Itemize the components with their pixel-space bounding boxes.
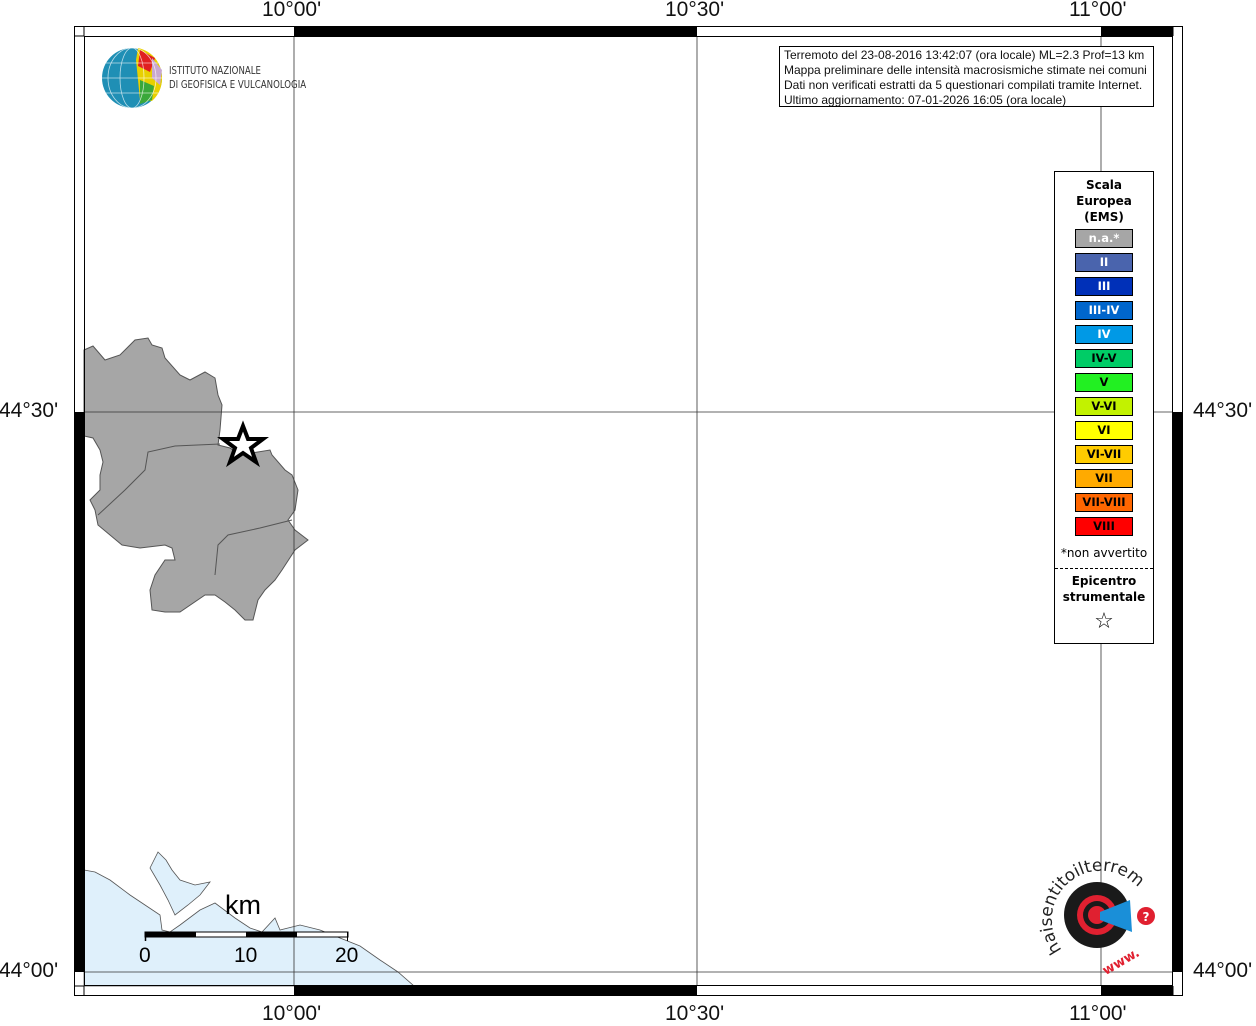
lon-tick-bottom: 11°00' [1069,1002,1127,1025]
legend-swatch: VIII [1075,517,1133,536]
info-line: Mappa preliminare delle intensità macros… [784,63,1147,77]
legend-star-icon: ☆ [1094,609,1114,634]
legend-swatch: V-VI [1075,397,1133,416]
info-line: Dati non verificati estratti da 5 questi… [784,78,1143,92]
legend-swatch: II [1075,253,1133,272]
lon-tick-bottom: 10°30' [665,1002,725,1025]
legend-swatch: V [1075,373,1133,392]
legend-title-line: Scala [1085,178,1123,192]
legend-swatch: III [1075,277,1133,296]
svg-text:www.: www. [1100,946,1142,979]
intensity-legend: Scala Europea (EMS) n.a.* II III III-IV IV IV… [1054,171,1154,644]
lon-tick-bottom: 10°00' [262,1002,322,1025]
legend-epicenter-line: Epicentro [1071,574,1137,588]
lagoon [149,851,211,916]
legend-title-line: Europea [1076,194,1132,208]
legend-swatch: VII-VIII [1075,493,1133,512]
legend-title-line: (EMS) [1084,210,1124,224]
legend-swatch: VII [1075,469,1133,488]
svg-text:?: ? [1143,910,1150,924]
scale-label: 20 [335,944,359,967]
event-info-box: Terremoto del 23-08-2016 13:42:07 (ora l… [779,46,1154,107]
lon-tick-top: 10°00' [262,0,322,21]
lon-tick-top: 11°00' [1069,0,1127,21]
info-line: Terremoto del 23-08-2016 13:42:07 (ora l… [784,48,1145,62]
sea-area [83,869,416,987]
legend-swatch: III-IV [1075,301,1133,320]
ingv-line1: ISTITUTO NAZIONALE [169,64,261,77]
legend-note: *non avvertito [1060,546,1148,560]
legend-swatch: VI-VII [1075,445,1133,464]
ingv-logo-text: ISTITUTO NAZIONALE DI GEOFISICA E VULCAN… [169,64,306,92]
lat-tick-right: 44°00' [1193,959,1253,982]
legend-swatch: IV [1075,325,1133,344]
ingv-line2: DI GEOFISICA E VULCANOLOGIA [169,78,307,91]
lat-tick-left: 44°30' [0,399,59,422]
legend-swatch: IV-V [1075,349,1133,368]
legend-swatch: VI [1075,421,1133,440]
region-area [83,337,309,621]
scale-label: 0 [139,944,151,967]
lon-tick-top: 10°30' [665,0,725,21]
scale-label: 10 [234,944,258,967]
lat-tick-right: 44°30' [1193,399,1253,422]
scale-unit: km [225,890,261,920]
legend-title: Scala Europea (EMS) [1055,177,1153,225]
legend-epicenter-label: Epicentro strumentale [1055,573,1153,605]
ingv-globe-logo [102,47,163,109]
info-line: Ultimo aggiornamento: 07-01-2026 16:05 (… [784,93,1067,107]
lat-tick-left: 44°00' [0,959,59,982]
legend-epicenter-line: strumentale [1062,590,1146,604]
legend-divider [1055,568,1153,569]
legend-swatch: n.a.* [1075,229,1133,248]
